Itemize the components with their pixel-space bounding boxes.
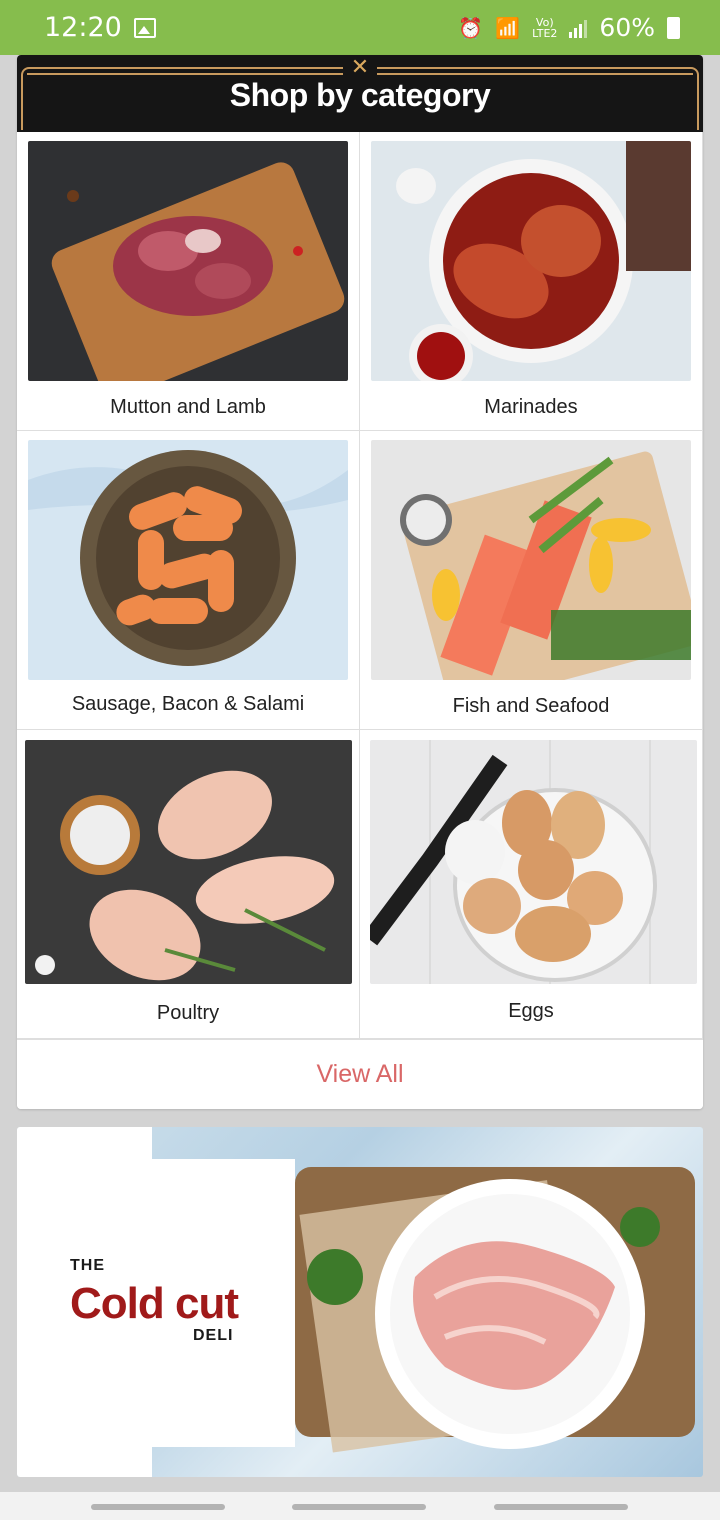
status-left: 12:20 — [44, 12, 156, 43]
logo-the: THE — [70, 1257, 105, 1274]
category-card: ✕ Shop by category Mutton and Lamb Marin… — [17, 55, 703, 1109]
logo-deli: DELI — [193, 1327, 234, 1344]
battery-icon — [667, 16, 680, 39]
mutton-lamb-image — [28, 141, 348, 381]
category-title: Shop by category — [229, 77, 491, 113]
nav-home-button[interactable] — [292, 1504, 426, 1510]
signal-icon — [569, 18, 588, 38]
nav-recent-button[interactable] — [91, 1504, 225, 1510]
system-nav-bar — [0, 1492, 720, 1520]
wifi-icon: 📶 — [495, 15, 521, 40]
logo-cold-cut: Cold cut — [70, 1279, 239, 1328]
status-time: 12:20 — [44, 12, 122, 43]
category-header: ✕ Shop by category — [17, 55, 703, 132]
lte-label: Vo) LTE2 — [532, 15, 558, 40]
category-fish-seafood[interactable]: Fish and Seafood — [360, 431, 703, 730]
banner-food-image — [295, 1167, 695, 1453]
category-label: Sausage, Bacon & Salami — [71, 693, 305, 715]
category-eggs[interactable]: Eggs — [360, 730, 703, 1039]
salmon-image — [371, 440, 691, 680]
category-label: Eggs — [508, 1000, 554, 1022]
category-sausage[interactable]: Sausage, Bacon & Salami — [17, 431, 360, 730]
view-all-button[interactable]: View All — [17, 1039, 703, 1109]
battery-percent: 60% — [599, 13, 655, 42]
gallery-icon — [133, 17, 156, 38]
category-label: Poultry — [156, 1002, 220, 1024]
category-poultry[interactable]: Poultry — [17, 730, 360, 1039]
category-label: Mutton and Lamb — [110, 396, 266, 418]
category-label: Marinades — [484, 396, 578, 418]
category-label: Fish and Seafood — [452, 695, 610, 717]
category-marinades[interactable]: Marinades — [360, 132, 703, 431]
eggs-image — [370, 740, 697, 984]
alarm-icon: ⏰ — [458, 15, 484, 40]
sausage-image — [28, 440, 348, 680]
nav-back-button[interactable] — [494, 1504, 628, 1510]
cleaver-icon: ✕ — [343, 55, 377, 79]
poultry-image — [25, 740, 352, 984]
status-right: ⏰ 📶 Vo) LTE2 60% — [458, 13, 680, 42]
category-mutton-lamb[interactable]: Mutton and Lamb — [17, 132, 360, 431]
status-bar: 12:20 ⏰ 📶 Vo) LTE2 60% — [0, 0, 720, 55]
marinades-image — [371, 141, 691, 381]
cold-cut-deli-banner[interactable]: THE Cold cut DELI — [17, 1127, 703, 1477]
